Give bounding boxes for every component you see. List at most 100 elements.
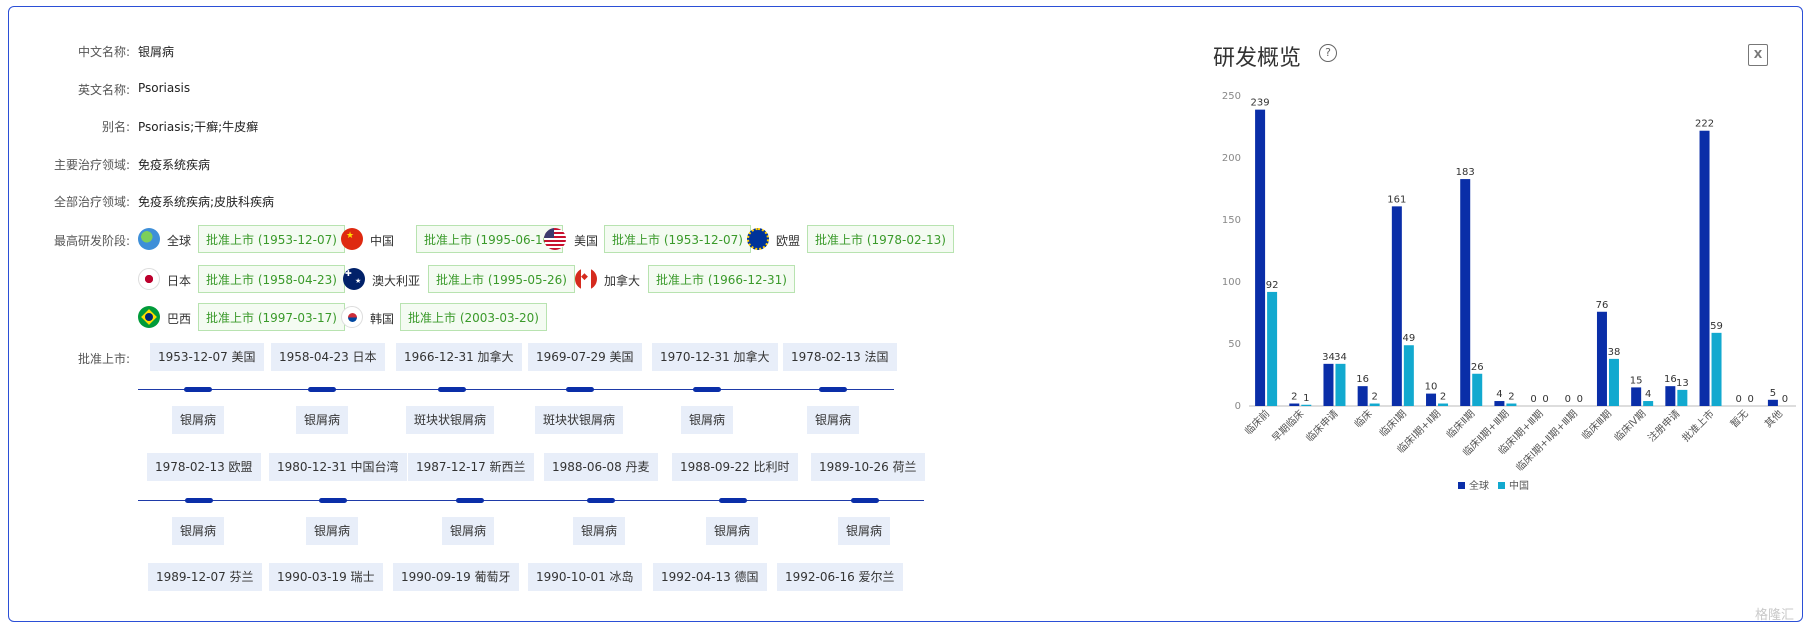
main-area-value: 免疫系统疾病 xyxy=(138,158,211,172)
timeline-disease: 银屑病 xyxy=(172,406,225,434)
timeline-disease: 银屑病 xyxy=(807,406,860,434)
x-tick-label: 临床前 xyxy=(1242,407,1272,437)
legend-label: 全球 xyxy=(1469,479,1489,492)
chart-bar xyxy=(1267,291,1278,406)
timeline-disease: 银屑病 xyxy=(442,517,495,545)
bar-value-label: 2 xyxy=(1291,392,1297,403)
bar-value-label: 2 xyxy=(1508,392,1514,403)
bar-value-label: 92 xyxy=(1266,280,1279,291)
bar-value-label: 183 xyxy=(1456,167,1475,178)
excel-export-icon[interactable]: X xyxy=(1748,44,1768,66)
stage-badge: 批准上市 (1997-03-17) xyxy=(198,303,345,331)
x-tick-label: 临床Ⅰ期+Ⅱ期+Ⅲ期 xyxy=(1513,407,1580,474)
stage-badge: 批准上市 (2003-03-20) xyxy=(400,303,547,331)
x-tick-label: 临床Ⅰ期 xyxy=(1376,407,1408,439)
bar-value-label: 0 xyxy=(1577,394,1583,405)
chart-bar xyxy=(1506,403,1517,406)
x-tick-label: 注册申请 xyxy=(1645,407,1682,444)
chart-bar xyxy=(1391,206,1402,406)
chart-bar xyxy=(1608,358,1619,406)
stage-country: 全球 xyxy=(167,234,192,248)
bar-value-label: 0 xyxy=(1736,394,1742,405)
timeline-date: 1989-10-26 荷兰 xyxy=(811,453,925,481)
stage-badge: 批准上市 (1958-04-23) xyxy=(198,265,345,293)
x-tick-label: 临床Ⅲ期 xyxy=(1579,407,1614,442)
timeline-date: 1988-09-22 比利时 xyxy=(672,453,798,481)
bar-value-label: 0 xyxy=(1748,394,1754,405)
bar-value-label: 222 xyxy=(1695,119,1714,130)
legend-swatch xyxy=(1458,482,1465,489)
chart-bar xyxy=(1711,332,1722,406)
eu-flag-icon xyxy=(747,228,769,250)
help-circle-icon[interactable]: ? xyxy=(1319,44,1337,62)
stage-country: 欧盟 xyxy=(776,234,801,248)
en-name-label: 英文名称: xyxy=(77,83,130,97)
bar-value-label: 4 xyxy=(1496,389,1502,400)
y-tick-label: 100 xyxy=(1222,277,1241,288)
timeline-axis xyxy=(138,500,924,501)
chart-bar xyxy=(1301,404,1312,406)
alias-label: 别名: xyxy=(101,120,130,134)
bar-value-label: 239 xyxy=(1251,98,1270,109)
china-flag-icon: ★ xyxy=(341,228,363,250)
globe-icon xyxy=(138,228,160,250)
stage-country: 日本 xyxy=(167,274,192,288)
timeline-date: 1989-12-07 芬兰 xyxy=(148,563,262,591)
chart-bar xyxy=(1289,403,1300,406)
stage-badge: 批准上市 (1953-12-07) xyxy=(604,225,751,253)
bar-value-label: 2 xyxy=(1371,392,1377,403)
bar-value-label: 16 xyxy=(1664,374,1677,385)
x-tick-label: 临床申请 xyxy=(1303,407,1340,444)
timeline-date: 1958-04-23 日本 xyxy=(271,343,385,371)
bar-value-label: 0 xyxy=(1565,394,1571,405)
all-area-value: 免疫系统疾病;皮肤科疾病 xyxy=(138,195,275,209)
timeline-marker xyxy=(693,387,721,392)
timeline-disease: 银屑病 xyxy=(681,406,734,434)
watermark: 格隆汇 xyxy=(1755,608,1795,623)
legend-label: 中国 xyxy=(1509,479,1529,492)
canada-flag-icon: ◆ xyxy=(575,268,597,290)
usa-flag-icon xyxy=(544,228,566,250)
timeline-marker xyxy=(185,498,213,503)
all-area-label: 全部治疗领域: xyxy=(53,195,130,209)
timeline-date: 1980-12-31 中国台湾 xyxy=(269,453,407,481)
x-tick-label: 其他 xyxy=(1762,407,1785,430)
x-tick-label: 临床Ⅳ期 xyxy=(1611,407,1648,444)
timeline-date: 1953-12-07 美国 xyxy=(150,343,264,371)
timeline-marker xyxy=(819,387,847,392)
x-tick-label: 早期临床 xyxy=(1269,407,1306,444)
timeline-date: 1990-09-19 葡萄牙 xyxy=(393,563,519,591)
chart-bar xyxy=(1631,387,1642,406)
timeline-marker xyxy=(456,498,484,503)
stage-country: 澳大利亚 xyxy=(372,274,421,288)
stage-badge: 批准上市 (1995-05-26) xyxy=(428,265,575,293)
chart-title: 研发概览 xyxy=(1213,46,1302,71)
bar-value-label: 76 xyxy=(1596,300,1609,311)
chart-bar xyxy=(1460,179,1471,406)
bar-value-label: 1 xyxy=(1303,393,1309,404)
stage-country: 美国 xyxy=(574,234,599,248)
chart-bar xyxy=(1335,363,1346,406)
timeline-marker xyxy=(308,387,336,392)
stage-country: 加拿大 xyxy=(604,274,641,288)
stage-badge: 批准上市 (1966-12-31) xyxy=(648,265,795,293)
chart-bar xyxy=(1596,311,1607,406)
timeline-date: 1969-07-29 美国 xyxy=(528,343,642,371)
y-tick-label: 50 xyxy=(1228,339,1241,350)
timeline-marker xyxy=(566,387,594,392)
timeline-marker xyxy=(851,498,879,503)
stage-badge: 批准上市 (1995-06-16) xyxy=(416,225,563,253)
timeline-disease: 银屑病 xyxy=(838,517,891,545)
stage-country: 韩国 xyxy=(370,312,395,326)
timeline-marker xyxy=(184,387,212,392)
timeline-disease: 银屑病 xyxy=(306,517,359,545)
brazil-flag-icon xyxy=(138,306,160,328)
x-tick-label: 暂无 xyxy=(1728,408,1751,431)
bar-value-label: 5 xyxy=(1770,388,1776,399)
cn-name-value: 银屑病 xyxy=(138,45,175,59)
bar-value-label: 13 xyxy=(1676,378,1689,389)
timeline-disease: 银屑病 xyxy=(172,517,225,545)
stage-badge: 批准上市 (1978-02-13) xyxy=(807,225,954,253)
chart-bar xyxy=(1677,389,1688,406)
timeline-date: 1978-02-13 法国 xyxy=(783,343,897,371)
